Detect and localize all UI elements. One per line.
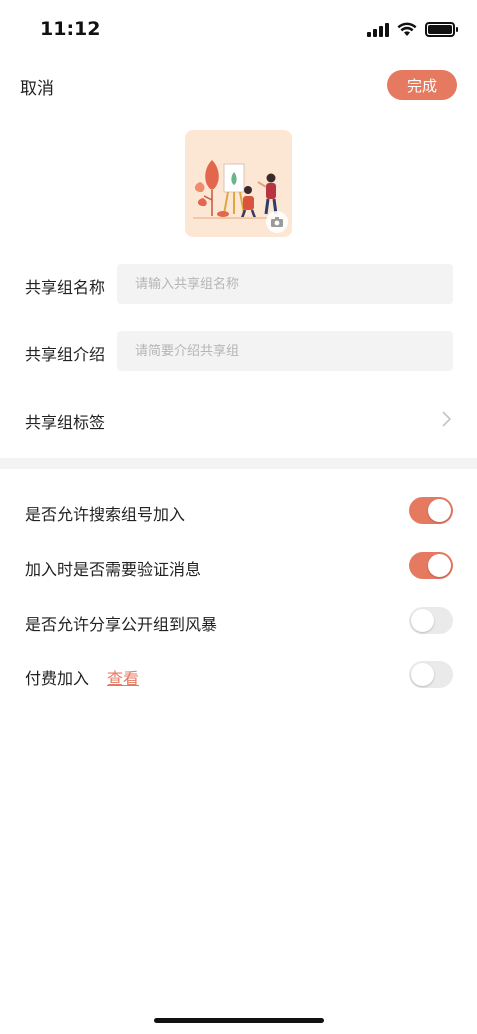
group-tags-label: 共享组标签 [25,413,106,432]
allow-share-public-toggle[interactable] [409,607,453,634]
allow-search-join-row: 是否允许搜索组号加入 [0,497,477,527]
group-intro-label: 共享组介绍 [25,345,106,364]
cancel-button[interactable]: 取消 [20,74,54,99]
require-verification-row: 加入时是否需要验证消息 [0,552,477,582]
section-divider [0,458,477,469]
done-button[interactable]: 完成 [387,70,457,100]
paid-join-toggle[interactable] [409,661,453,688]
paid-join-label: 付费加入 [25,669,90,688]
chevron-right-icon [442,411,451,427]
group-name-row: 共享组名称 [0,264,477,304]
allow-search-join-label: 是否允许搜索组号加入 [25,505,186,524]
status-icons [367,22,458,37]
require-verification-toggle[interactable] [409,552,453,579]
allow-search-join-toggle[interactable] [409,497,453,524]
group-name-input[interactable] [117,264,453,304]
nav-bar: 取消 完成 [0,60,477,110]
camera-icon[interactable] [266,211,288,233]
paid-join-row: 付费加入 查看 [0,661,477,691]
cellular-signal-icon [367,22,389,37]
group-intro-input[interactable] [117,331,453,371]
group-intro-row: 共享组介绍 [0,331,477,371]
allow-share-public-label: 是否允许分享公开组到风暴 [25,615,218,634]
status-bar: 11:12 [0,0,477,60]
group-name-label: 共享组名称 [25,278,106,297]
home-indicator [154,1018,324,1023]
paid-join-view-link[interactable]: 查看 [107,665,139,689]
group-cover-image[interactable] [185,130,292,237]
status-time: 11:12 [40,18,101,40]
allow-share-public-row: 是否允许分享公开组到风暴 [0,607,477,637]
battery-icon [425,22,458,37]
require-verification-label: 加入时是否需要验证消息 [25,560,202,579]
wifi-icon [397,22,417,36]
group-tags-row[interactable]: 共享组标签 [0,399,477,439]
